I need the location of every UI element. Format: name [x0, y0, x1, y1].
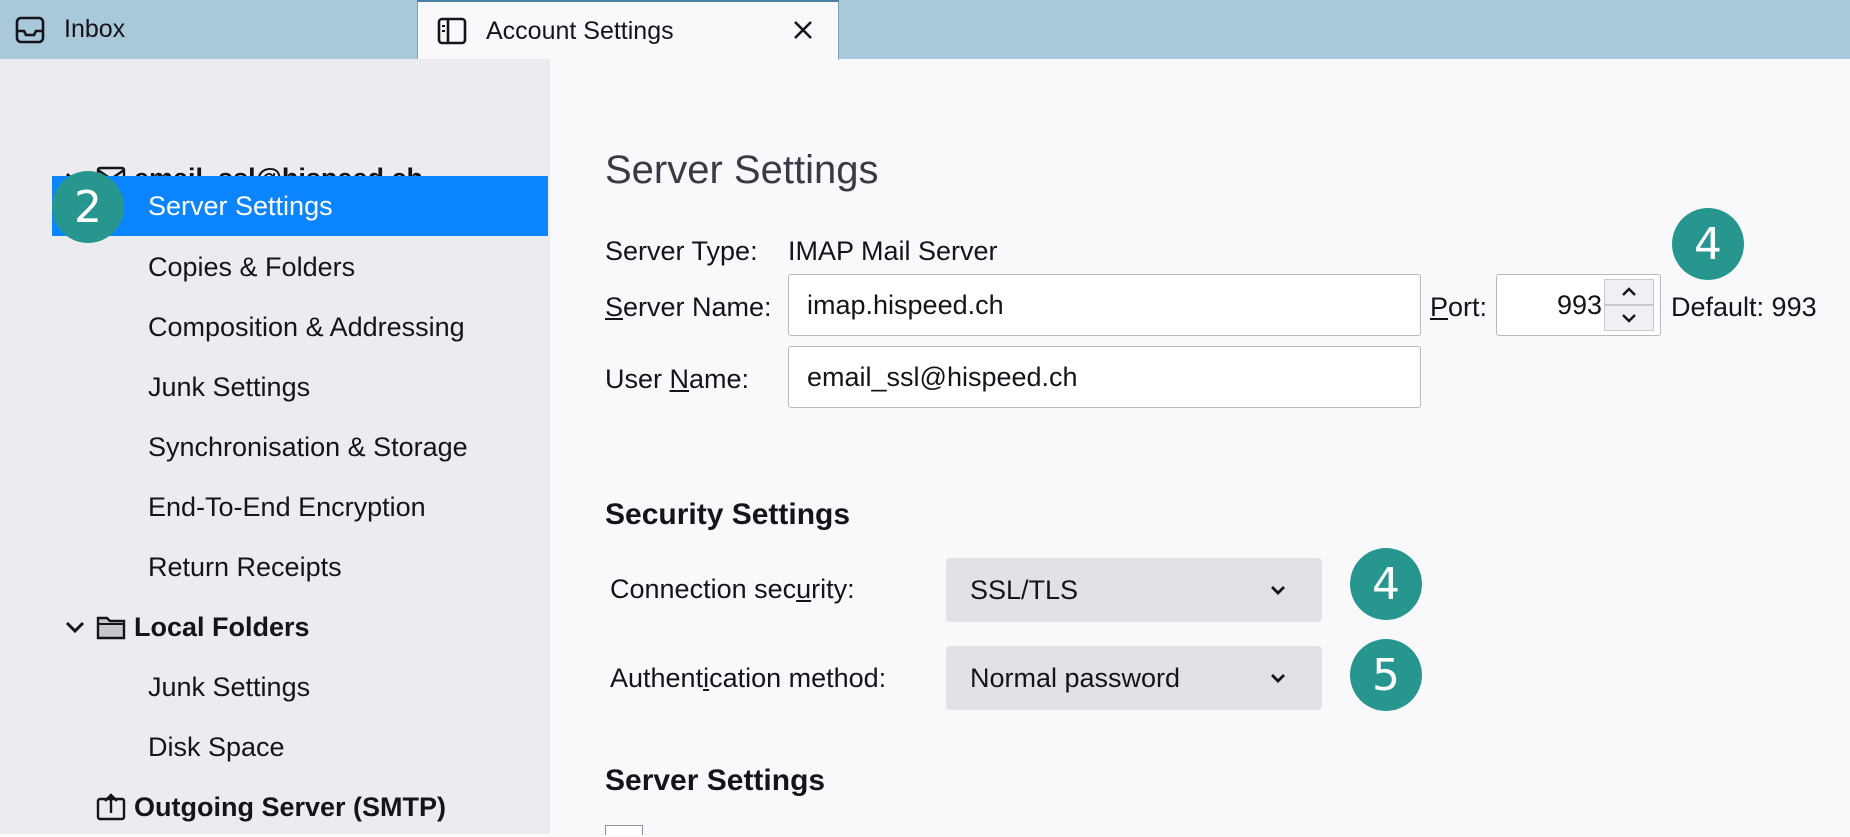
- stepper-up-icon[interactable]: [1604, 279, 1654, 305]
- port-default-label: Default: 993: [1671, 292, 1817, 322]
- sidebar-item-label: Server Settings: [148, 190, 333, 221]
- security-settings-heading: Security Settings: [605, 498, 851, 531]
- close-icon[interactable]: [788, 15, 818, 45]
- page-title: Server Settings: [605, 148, 879, 192]
- sidebar-item-end-to-end-encryption[interactable]: End-To-End Encryption: [0, 477, 550, 537]
- server-type-label: Server Type:: [605, 236, 758, 266]
- local-folders-label: Local Folders: [134, 611, 310, 642]
- authentication-method-label: Authentication method:: [610, 663, 887, 693]
- sidebar-item-copies-folders[interactable]: Copies & Folders: [0, 237, 550, 297]
- port-stepper[interactable]: [1604, 279, 1654, 331]
- sidebar-item-label: End-To-End Encryption: [148, 491, 426, 522]
- port-label: Port:: [1430, 292, 1488, 322]
- port-input[interactable]: 993: [1496, 274, 1661, 336]
- sidebar-item-label: Copies & Folders: [148, 251, 356, 282]
- connection-security-value: SSL/TLS: [970, 574, 1079, 605]
- authentication-method-value: Normal password: [970, 662, 1181, 693]
- user-name-input[interactable]: email_ssl@hispeed.ch: [788, 346, 1421, 408]
- sidebar-item-outgoing-server[interactable]: Outgoing Server (SMTP): [0, 777, 550, 837]
- tab-account-settings[interactable]: Account Settings: [417, 0, 839, 60]
- sidebar-item-composition-addressing[interactable]: Composition & Addressing: [0, 297, 550, 357]
- sidebar-item-return-receipts[interactable]: Return Receipts: [0, 537, 550, 597]
- sidebar-item-synchronisation-storage[interactable]: Synchronisation & Storage: [0, 417, 550, 477]
- sidebar-item-junk-settings[interactable]: Junk Settings: [0, 357, 550, 417]
- port-value: 993: [1556, 289, 1602, 320]
- authentication-method-select[interactable]: Normal password: [946, 646, 1322, 710]
- chevron-down-icon[interactable]: [60, 612, 90, 642]
- chevron-down-icon: [1264, 664, 1292, 692]
- chevron-down-icon: [1264, 576, 1292, 604]
- tab-bar: Inbox Account Settings: [0, 0, 1850, 60]
- inbox-icon: [14, 14, 46, 46]
- stepper-down-icon[interactable]: [1604, 305, 1654, 331]
- server-name-label: Server Name:: [605, 292, 772, 322]
- server-type-value: IMAP Mail Server: [788, 236, 998, 266]
- outgoing-server-label: Outgoing Server (SMTP): [134, 791, 447, 822]
- sidebar-item-label: Disk Space: [148, 731, 285, 762]
- sidebar-item-label: Return Receipts: [148, 551, 342, 582]
- outgoing-server-icon: [94, 790, 128, 824]
- sidebar-item-label: Synchronisation & Storage: [148, 431, 468, 462]
- sidebar-item-label: Junk Settings: [148, 671, 311, 702]
- account-settings-icon: [436, 15, 468, 47]
- sidebar-item-local-junk-settings[interactable]: Junk Settings: [0, 657, 550, 717]
- connection-security-select[interactable]: SSL/TLS: [946, 558, 1322, 622]
- folder-icon: [94, 610, 128, 644]
- user-name-label: User Name:: [605, 364, 750, 394]
- sidebar-item-label: Junk Settings: [148, 371, 311, 402]
- tree-local-folders-row[interactable]: Local Folders: [0, 597, 550, 657]
- server-settings-heading: Server Settings: [605, 764, 826, 797]
- step-badge: 2: [52, 171, 124, 243]
- sidebar-item-disk-space[interactable]: Disk Space: [0, 717, 550, 777]
- tab-account-settings-label: Account Settings: [486, 16, 674, 45]
- server-name-input[interactable]: imap.hispeed.ch: [788, 274, 1421, 336]
- sidebar-item-server-settings[interactable]: Server Settings: [52, 176, 548, 236]
- server-settings-panel: Server Settings Server Type: IMAP Mail S…: [550, 59, 1850, 834]
- tab-inbox[interactable]: Inbox: [0, 0, 417, 59]
- connection-security-label: Connection security:: [610, 574, 855, 604]
- sidebar-item-label: Composition & Addressing: [148, 311, 465, 342]
- tab-inbox-label: Inbox: [64, 15, 126, 43]
